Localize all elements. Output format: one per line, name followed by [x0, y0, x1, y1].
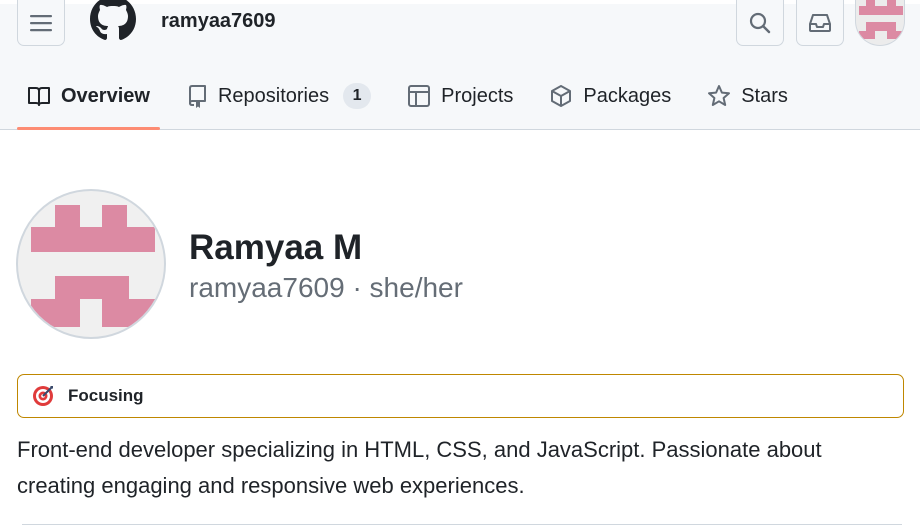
profile-pronouns: she/her [369, 272, 463, 303]
header-username[interactable]: ramyaa7609 [161, 10, 276, 33]
tab-projects[interactable]: Projects [397, 66, 523, 126]
profile-avatar[interactable] [16, 189, 166, 339]
star-icon [708, 85, 731, 106]
login-separator: · [352, 272, 362, 303]
menu-button[interactable] [17, 0, 65, 46]
tab-stars[interactable]: Stars [697, 66, 798, 126]
inbox-button[interactable] [796, 0, 844, 46]
inbox-icon [809, 13, 831, 32]
user-avatar-button[interactable] [855, 0, 905, 46]
tab-overview[interactable]: Overview [17, 66, 160, 130]
hamburger-icon [30, 14, 52, 31]
tab-overview-label: Overview [61, 84, 150, 107]
tab-stars-label: Stars [741, 84, 788, 107]
search-icon [749, 12, 771, 33]
divider [22, 524, 902, 525]
tab-packages-label: Packages [583, 84, 672, 107]
identicon-large-icon [31, 205, 155, 327]
dart-icon [33, 386, 53, 406]
package-icon [551, 85, 572, 107]
profile-full-name: Ramyaa M [189, 228, 363, 267]
profile-login-line: ramyaa7609 · she/her [189, 272, 463, 304]
profile-tabs: Overview Repositories 1 Projects Package… [17, 66, 814, 130]
profile-bio: Front-end developer specializing in HTML… [17, 437, 822, 498]
book-icon [28, 87, 50, 106]
tab-repositories-label: Repositories [217, 84, 330, 107]
status-text: Focusing [68, 386, 144, 405]
tab-repositories[interactable]: Repositories 1 [176, 66, 381, 126]
repositories-count-badge: 1 [343, 83, 372, 109]
tab-packages[interactable]: Packages [539, 66, 681, 126]
search-button[interactable] [736, 0, 784, 46]
identicon-icon [859, 0, 903, 39]
status-box[interactable]: Focusing [17, 374, 904, 418]
tab-projects-label: Projects [441, 84, 514, 107]
top-header: ramyaa7609 Overview Repositories 1 Proje… [0, 0, 920, 130]
github-logo-icon[interactable] [88, 0, 138, 46]
profile-login: ramyaa7609 [189, 272, 345, 303]
repo-icon [188, 85, 206, 108]
table-icon [408, 85, 431, 107]
